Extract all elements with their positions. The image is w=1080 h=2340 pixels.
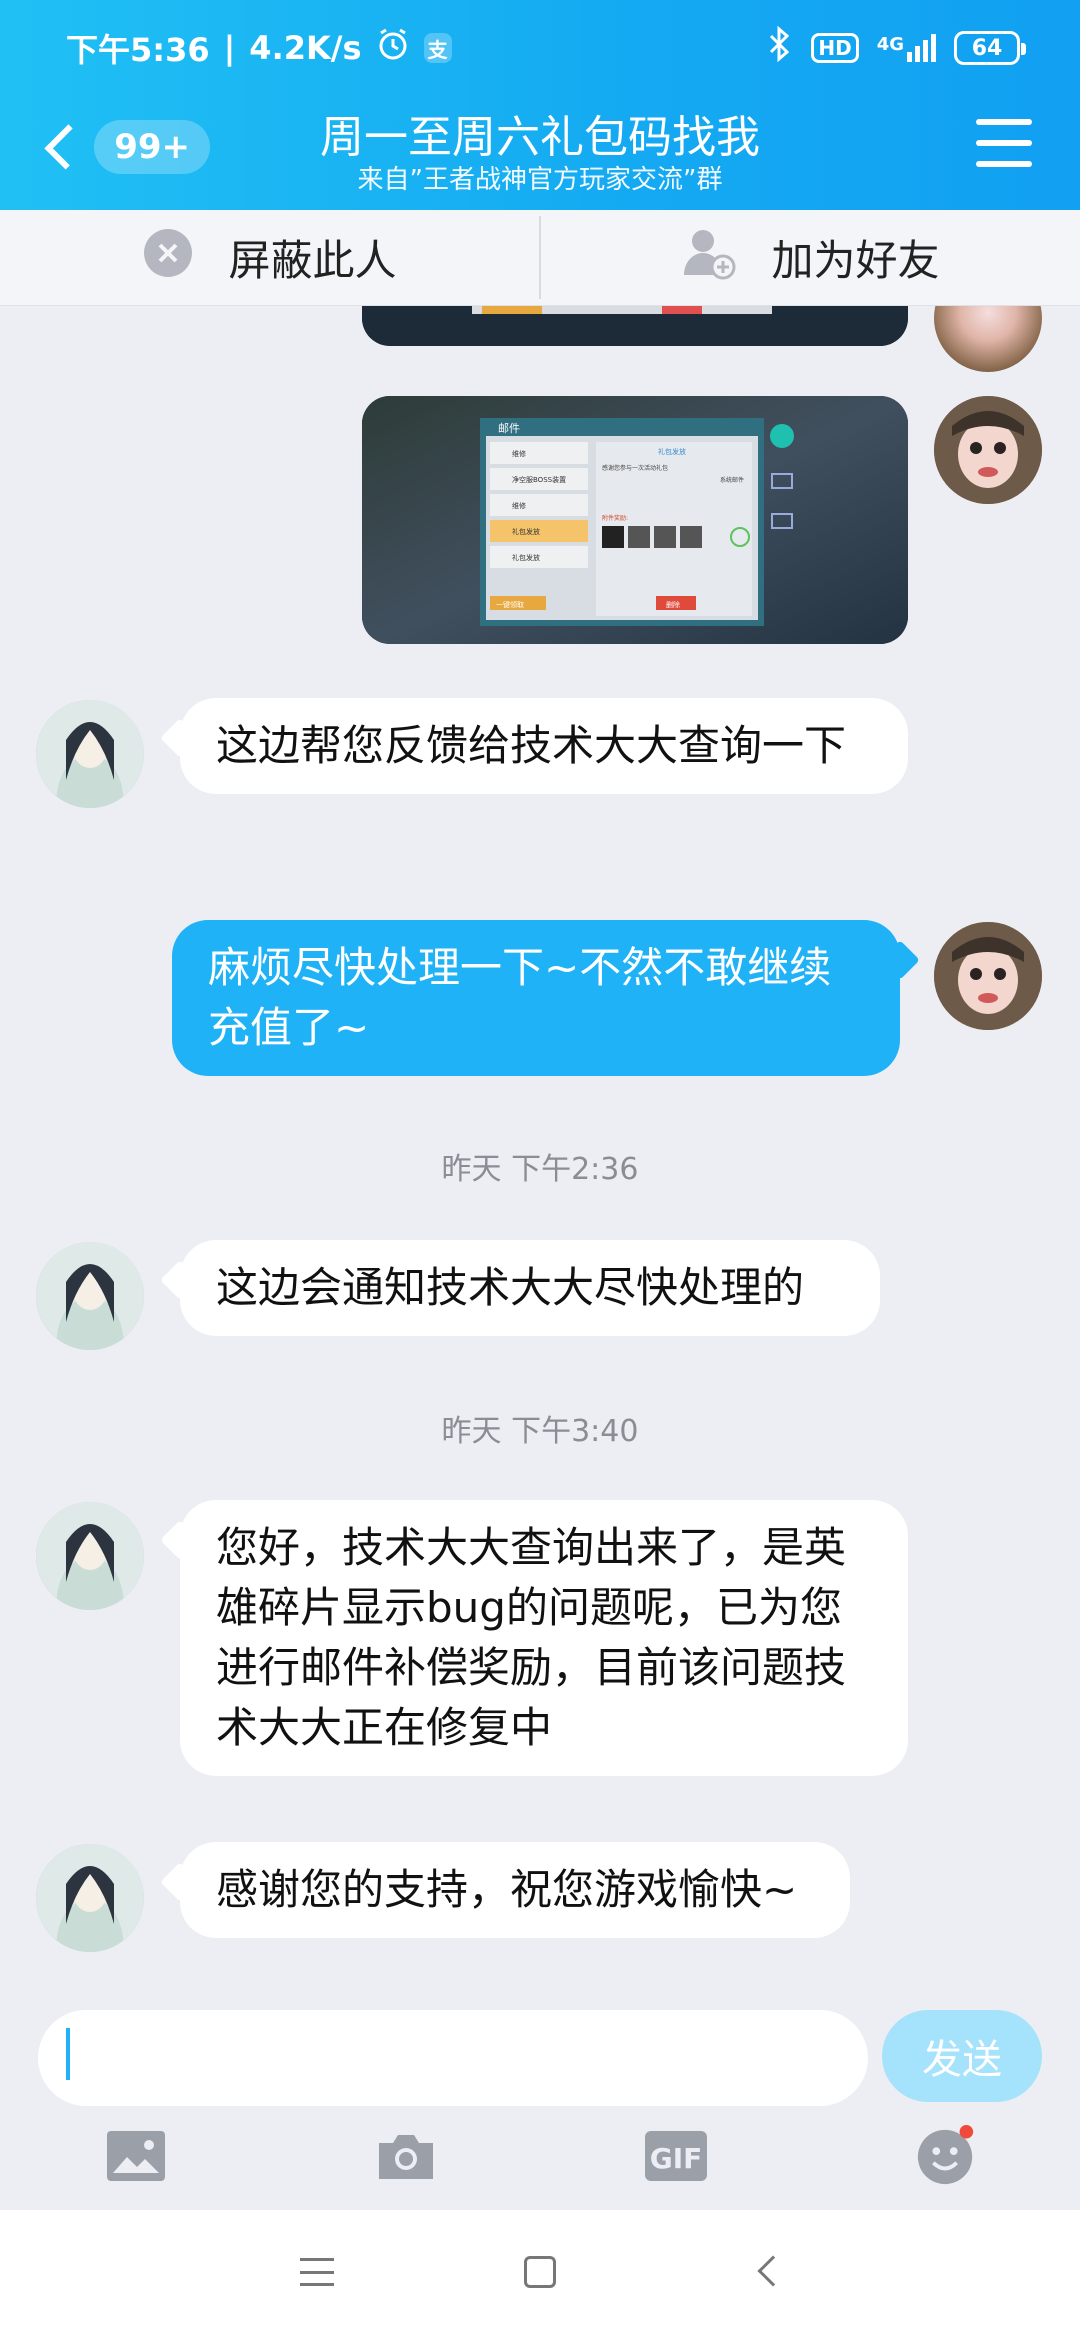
block-user-button[interactable]: 屏蔽此人 <box>0 210 539 305</box>
svg-text:礼包发放: 礼包发放 <box>512 553 540 562</box>
emoji-icon[interactable] <box>914 2124 978 2188</box>
message-bubble[interactable]: 这边帮您反馈给技术大大查询一下 <box>180 698 908 794</box>
message-text: 您好，技术大大查询出来了，是英雄碎片显示bug的问题呢，已为您进行邮件补偿奖励，… <box>216 1523 847 1752</box>
svg-text:邮件: 邮件 <box>498 422 520 435</box>
user-avatar[interactable] <box>934 396 1042 504</box>
message-text: 这边会通知技术大大尽快处理的 <box>216 1263 805 1312</box>
network-speed: 4.2K/s <box>249 29 362 67</box>
message-text: 感谢您的支持，祝您游戏愉快~ <box>216 1865 798 1914</box>
app-notification-badge: 支 <box>423 33 452 63</box>
message-text: 麻烦尽快处理一下~不然不敢继续充值了~ <box>208 943 832 1052</box>
message-bubble[interactable]: 您好，技术大大查询出来了，是英雄碎片显示bug的问题呢，已为您进行邮件补偿奖励，… <box>180 1500 908 1776</box>
block-icon <box>142 227 194 289</box>
svg-text:删除: 删除 <box>666 600 680 609</box>
agent-avatar[interactable] <box>36 700 144 808</box>
message-bubble-own[interactable]: 麻烦尽快处理一下~不然不敢继续充值了~ <box>172 920 900 1076</box>
svg-text:一键领取: 一键领取 <box>496 600 524 609</box>
chat-header: 下午5:36 | 4.2K/s 支 HD 4G 64 99+ 周一至周六礼包码找… <box>0 0 1080 210</box>
input-toolbar: GIF <box>0 2124 1080 2204</box>
message-input[interactable] <box>38 2010 868 2106</box>
hd-badge: HD <box>811 33 859 63</box>
svg-text:礼包发放: 礼包发放 <box>658 447 686 456</box>
user-avatar[interactable] <box>934 306 1042 372</box>
message-timestamp: 昨天 下午3:40 <box>441 1414 639 1449</box>
battery-icon: 64 <box>954 31 1026 65</box>
chat-title: 周一至周六礼包码找我 <box>320 112 760 163</box>
agent-avatar[interactable] <box>36 1844 144 1952</box>
camera-icon[interactable] <box>374 2124 438 2188</box>
message-bubble[interactable]: 这边会通知技术大大尽快处理的 <box>180 1240 880 1336</box>
nav-home-icon[interactable] <box>524 2256 556 2288</box>
nav-menu-icon[interactable] <box>300 2258 334 2286</box>
nav-back-icon[interactable] <box>757 2255 789 2287</box>
message-bubble[interactable]: 感谢您的支持，祝您游戏愉快~ <box>180 1842 850 1938</box>
network-type: 4G <box>876 34 904 55</box>
svg-text:维修: 维修 <box>512 501 526 510</box>
svg-text:附件奖励:: 附件奖励: <box>602 514 628 522</box>
agent-avatar[interactable] <box>36 1502 144 1610</box>
image-icon[interactable] <box>104 2124 168 2188</box>
add-friend-button[interactable]: 加为好友 <box>541 210 1080 305</box>
user-avatar[interactable] <box>934 922 1042 1030</box>
bluetooth-icon <box>767 25 793 70</box>
text-cursor <box>66 2028 70 2080</box>
menu-icon[interactable] <box>976 119 1032 167</box>
signal-icon: 4G <box>877 34 936 62</box>
input-area: 发送 GIF <box>0 1996 1080 2210</box>
stranger-action-bar: 屏蔽此人 加为好友 <box>0 210 1080 306</box>
gif-icon[interactable]: GIF <box>644 2124 708 2188</box>
svg-text:净空服BOSS装置: 净空服BOSS装置 <box>512 475 566 484</box>
agent-avatar[interactable] <box>36 1242 144 1350</box>
system-nav-bar <box>0 2210 1080 2340</box>
message-text: 这边帮您反馈给技术大大查询一下 <box>216 721 847 770</box>
message-timestamp: 昨天 下午2:36 <box>441 1152 639 1187</box>
block-user-label: 屏蔽此人 <box>228 236 397 285</box>
gif-label: GIF <box>650 2142 703 2175</box>
svg-text:维修: 维修 <box>512 449 526 458</box>
svg-text:感谢您参与一次活动礼包: 感谢您参与一次活动礼包 <box>602 464 668 472</box>
image-message-partial[interactable] <box>362 306 908 346</box>
alarm-icon <box>376 27 410 69</box>
add-friend-icon <box>681 225 737 291</box>
send-button[interactable]: 发送 <box>882 2010 1042 2102</box>
status-time: 下午5:36 <box>66 31 210 69</box>
image-message-mail[interactable]: 邮件 维修 净空服BOSS装置 维修 礼包发放 礼包发放 一键领取 礼包发放 感… <box>362 396 908 644</box>
chat-subtitle: 来自”王者战神官方玩家交流”群 <box>357 165 723 195</box>
add-friend-label: 加为好友 <box>771 236 940 285</box>
status-bar: 下午5:36 | 4.2K/s 支 HD 4G 64 <box>0 18 1080 78</box>
svg-text:礼包发放: 礼包发放 <box>512 527 540 536</box>
svg-text:系统邮件: 系统邮件 <box>720 476 744 484</box>
nav-row: 99+ 周一至周六礼包码找我 来自”王者战神官方玩家交流”群 <box>0 95 1080 205</box>
